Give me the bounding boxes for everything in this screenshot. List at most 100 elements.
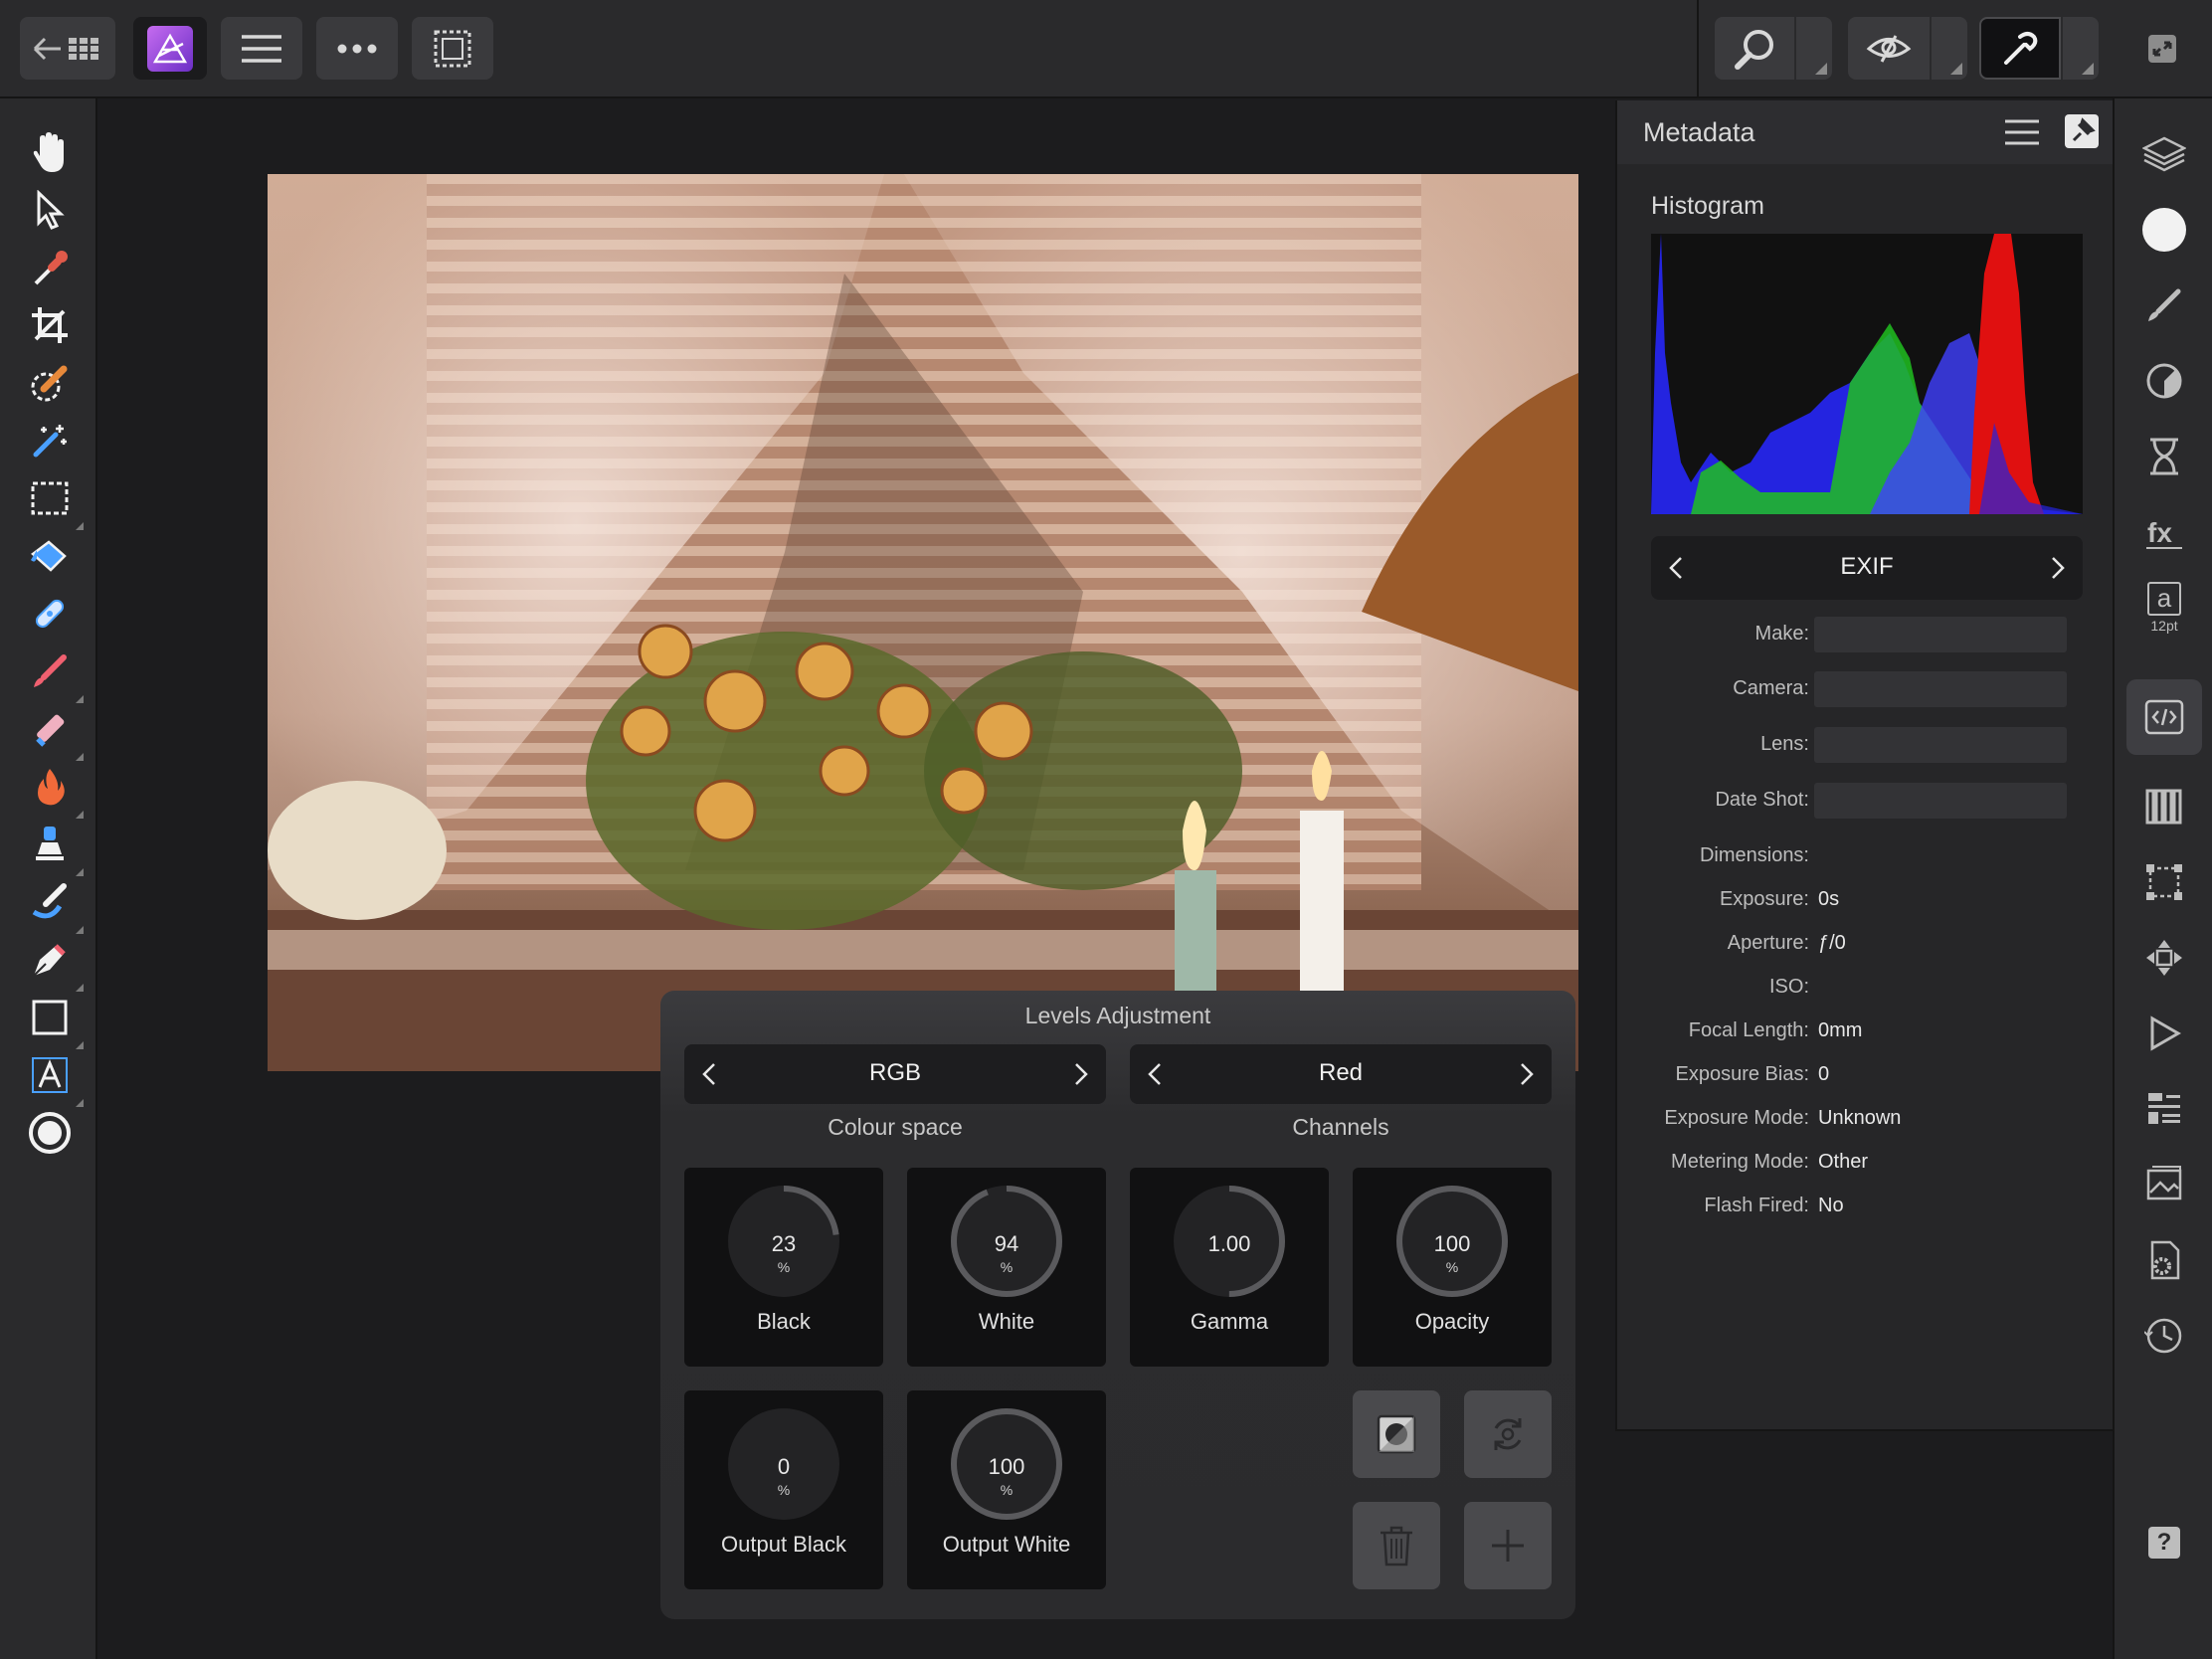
field-label: Camera:	[1733, 677, 1809, 699]
tool-color-circle[interactable]	[24, 1107, 76, 1159]
back-to-documents-button[interactable]	[20, 17, 115, 80]
tool-clone[interactable]	[24, 819, 84, 876]
tool-hand[interactable]	[24, 126, 76, 178]
camera-field[interactable]	[1814, 671, 2067, 707]
field-label: Flash Fired:	[1704, 1195, 1809, 1216]
studio-snapshots-button[interactable]	[2136, 1308, 2192, 1364]
metadata-row-exposure: Exposure: 0s	[1617, 882, 2115, 918]
tool-burn[interactable]	[24, 761, 84, 819]
back-grid-icon	[33, 37, 98, 60]
tool-rectangle[interactable]	[24, 992, 84, 1049]
panel-menu-icon[interactable]	[2005, 118, 2039, 146]
tool-smudge[interactable]	[24, 876, 84, 934]
color-picker-icon	[34, 251, 68, 285]
dial-label: Opacity	[1414, 1309, 1490, 1334]
studio-brushes-button[interactable]	[2136, 277, 2192, 333]
selection-mode-button[interactable]	[412, 17, 493, 80]
field-value: 0mm	[1818, 1019, 1863, 1041]
tool-magic-wand[interactable]	[24, 415, 76, 466]
chevron-right-icon[interactable]	[1068, 1060, 1094, 1088]
tool-color-picker[interactable]	[24, 242, 76, 293]
field-label: Date Shot:	[1715, 789, 1809, 811]
macro-icon	[2150, 1015, 2182, 1051]
dial-label: Output White	[942, 1532, 1071, 1557]
tool-pen[interactable]	[24, 934, 84, 992]
studio-settings-button[interactable]	[2136, 1232, 2192, 1288]
history-icon	[2150, 438, 2178, 475]
zoom-button[interactable]	[1715, 17, 1794, 80]
metadata-row-aperture: Aperture: ƒ/0	[1617, 926, 2115, 962]
tool-marquee[interactable]	[24, 472, 84, 530]
chevron-right-icon[interactable]	[1514, 1060, 1540, 1088]
chevron-right-icon[interactable]	[2045, 554, 2071, 582]
hand-icon	[33, 132, 64, 172]
tool-paint-brush[interactable]	[24, 645, 84, 703]
field-value: 0s	[1818, 888, 1840, 910]
colour-space-selector[interactable]: RGB	[684, 1044, 1106, 1104]
main-menu-button[interactable]	[221, 17, 302, 80]
layers-icon	[2142, 136, 2186, 172]
studio-metadata-button[interactable]	[2126, 679, 2202, 755]
erase-brush-icon	[36, 714, 65, 747]
burn-icon	[38, 769, 65, 806]
assistant-options-button[interactable]	[2063, 17, 2099, 80]
tool-healing[interactable]	[24, 588, 76, 640]
date-shot-field[interactable]	[1814, 783, 2067, 819]
opacity-dial[interactable]: 100 % Opacity	[1353, 1168, 1552, 1367]
more-button[interactable]	[316, 17, 398, 80]
transform-icon	[2146, 864, 2182, 900]
fullscreen-icon	[2148, 34, 2176, 63]
metadata-row-metering-mode: Metering Mode: Other	[1617, 1145, 2115, 1181]
studio-navigator-button[interactable]	[2136, 930, 2192, 986]
fullscreen-button[interactable]	[2136, 17, 2188, 80]
studio-library-button[interactable]	[2136, 1157, 2192, 1212]
studio-layers-button[interactable]	[2136, 126, 2192, 182]
output-black-dial[interactable]: 0 % Output Black	[684, 1390, 883, 1589]
output-white-dial[interactable]: 100 % Output White	[907, 1390, 1106, 1589]
make-field[interactable]	[1814, 617, 2067, 652]
tool-artistic-text[interactable]	[24, 1049, 84, 1107]
channels-selector[interactable]: Red	[1130, 1044, 1552, 1104]
svg-text:fx: fx	[2147, 517, 2172, 548]
lens-field[interactable]	[1814, 727, 2067, 763]
delete-button[interactable]	[1353, 1502, 1440, 1589]
studio-transform-button[interactable]	[2136, 854, 2192, 910]
studio-text-style-button[interactable]: a 12pt	[2136, 580, 2192, 636]
menu-icon	[242, 34, 281, 63]
field-label: Focal Length:	[1688, 1019, 1809, 1041]
reset-button[interactable]	[1464, 1390, 1552, 1478]
exif-tab-selector[interactable]: EXIF	[1651, 536, 2083, 600]
dial-value: 0	[777, 1454, 791, 1479]
add-button[interactable]	[1464, 1502, 1552, 1589]
studio-history-button[interactable]	[2136, 429, 2192, 484]
stock-icon	[2148, 1093, 2180, 1124]
view-mode-button[interactable]	[1848, 17, 1930, 80]
studio-stock-button[interactable]	[2136, 1081, 2192, 1137]
tool-crop[interactable]	[24, 299, 76, 351]
library-icon	[2146, 1166, 2182, 1200]
field-value: ƒ/0	[1818, 932, 1846, 954]
colour-space-caption: Colour space	[828, 1114, 963, 1140]
studio-macro-button[interactable]	[2136, 1006, 2192, 1061]
field-label: Exposure Bias:	[1675, 1063, 1809, 1085]
black-dial[interactable]: 23 % Black	[684, 1168, 883, 1367]
mask-button[interactable]	[1353, 1390, 1440, 1478]
studio-color-button[interactable]	[2136, 202, 2192, 258]
gamma-dial[interactable]: 1.00 Gamma	[1130, 1168, 1329, 1367]
paint-brush-icon	[34, 654, 67, 687]
tool-erase-brush[interactable]	[24, 703, 84, 761]
studio-help-button[interactable]: ?	[2136, 1515, 2192, 1570]
white-dial[interactable]: 94 % White	[907, 1168, 1106, 1367]
tool-selection-brush[interactable]	[24, 357, 76, 409]
metadata-row-camera: Camera:	[1617, 671, 2115, 707]
studio-adjustments-button[interactable]	[2136, 353, 2192, 409]
tool-move[interactable]	[24, 184, 76, 236]
studio-fx-button[interactable]: fx	[2136, 504, 2192, 560]
tool-flood-fill[interactable]	[24, 530, 76, 582]
studio-channels-button[interactable]	[2136, 779, 2192, 834]
assistant-button[interactable]	[1979, 17, 2061, 80]
view-mode-options-button[interactable]	[1932, 17, 1967, 80]
zoom-options-button[interactable]	[1796, 17, 1832, 80]
persona-button[interactable]	[133, 17, 207, 80]
pin-icon[interactable]	[2065, 114, 2099, 148]
